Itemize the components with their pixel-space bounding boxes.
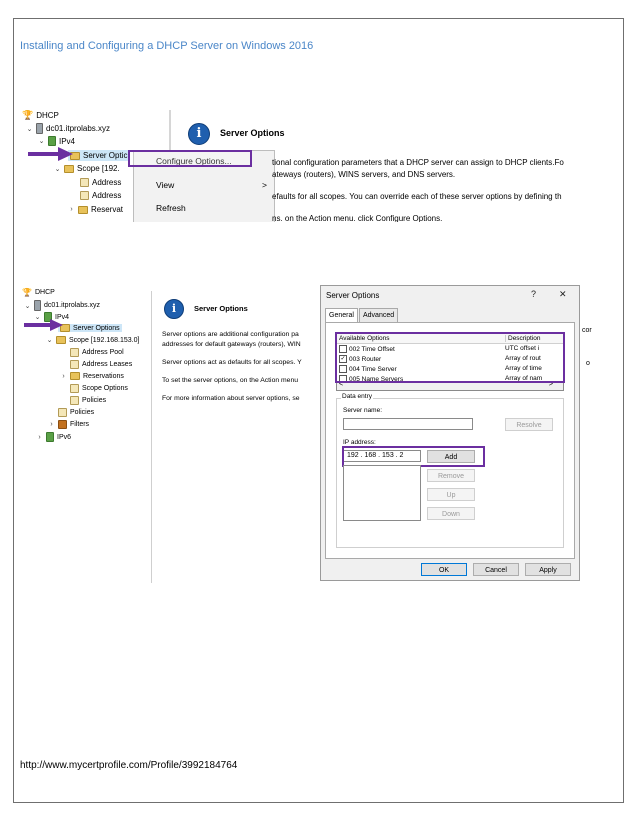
edge-text: o — [586, 360, 590, 367]
document-title: Installing and Configuring a DHCP Server… — [20, 40, 314, 52]
tree-item-scope-policies[interactable]: Policies — [70, 396, 106, 405]
server-name-label: Server name: — [343, 407, 383, 414]
server-name-input[interactable] — [343, 418, 473, 430]
footer-url[interactable]: http://www.mycertprofile.com/Profile/399… — [20, 760, 237, 771]
up-button[interactable]: Up — [427, 488, 475, 501]
menu-item-view[interactable]: View — [156, 180, 174, 190]
chevron-down-icon[interactable]: ⌄ — [24, 302, 31, 310]
tree-item-dhcp[interactable]: 🏆 DHCP — [22, 288, 55, 297]
chevron-right-icon[interactable]: › — [36, 434, 43, 441]
pane-text-line: tional configuration parameters that a D… — [272, 158, 564, 167]
highlight-configure-options — [128, 150, 252, 167]
cancel-button[interactable]: Cancel — [473, 563, 519, 576]
down-button[interactable]: Down — [427, 507, 475, 520]
pane-text-line: addresses for default gateways (routers)… — [162, 341, 301, 348]
general-tab-panel: Available Options Description 002 Time O… — [325, 322, 575, 559]
folder-icon — [70, 372, 80, 380]
tree-item-server-options[interactable]: Server Optic — [68, 150, 130, 161]
ip-address-label: IP address: — [343, 439, 376, 446]
submenu-arrow-icon: > — [262, 180, 267, 190]
pane-text-line: Server options act as defaults for all s… — [162, 359, 302, 366]
folder-icon — [64, 164, 74, 173]
chevron-right-icon[interactable]: › — [60, 373, 67, 380]
menu-item-refresh[interactable]: Refresh — [156, 203, 186, 213]
details-pane: i Server Options Server options are addi… — [151, 291, 340, 583]
chevron-right-icon[interactable]: › — [68, 206, 75, 213]
scope-options-icon — [70, 384, 79, 393]
ok-button[interactable]: OK — [421, 563, 467, 576]
policies-icon — [58, 408, 67, 417]
pane-text-line: To set the server options, on the Action… — [162, 377, 299, 384]
pane-title: Server Options — [194, 304, 248, 313]
chevron-down-icon[interactable]: ⌄ — [38, 137, 45, 145]
address-leases-icon — [80, 191, 89, 200]
tree-item-policies[interactable]: Policies — [58, 408, 94, 417]
tree-item-server[interactable]: ⌄ dc01.itprolabs.xyz — [24, 300, 100, 311]
highlight-available-options — [335, 332, 565, 383]
tree-item-ipv4[interactable]: ⌄ IPv4 — [38, 136, 75, 146]
tree-item-scope[interactable]: ⌄ Scope [192. — [54, 164, 120, 173]
close-button[interactable]: ✕ — [559, 289, 567, 300]
tab-advanced[interactable]: Advanced — [359, 308, 399, 322]
screenshot-context-menu: 🏆 DHCP ⌄ dc01.itprolabs.xyz ⌄ IPv4 Serve… — [20, 104, 618, 222]
pane-text-line: Server options are additional configurat… — [162, 331, 299, 338]
tree-item-scope-options[interactable]: Scope Options — [70, 384, 128, 393]
apply-button[interactable]: Apply — [525, 563, 571, 576]
ipv4-icon — [48, 136, 56, 146]
chevron-down-icon[interactable]: ⌄ — [54, 165, 61, 173]
dialog-title: Server Options — [326, 291, 380, 300]
tree-item-server-options[interactable]: Server Options — [58, 324, 122, 332]
pane-text-line: For more information about server option… — [162, 395, 300, 402]
highlight-ip-address — [342, 446, 485, 467]
tree-item-dhcp[interactable]: 🏆 DHCP — [22, 110, 59, 121]
filter-icon — [58, 420, 67, 429]
tree-item-address-leases[interactable]: Address Leases — [70, 360, 132, 369]
server-icon — [36, 123, 43, 134]
tree-item-address-pool[interactable]: Address Pool — [70, 348, 124, 357]
screenshot-server-options-dialog: 🏆 DHCP ⌄ dc01.itprolabs.xyz ⌄ IPv4 Serve… — [20, 285, 595, 585]
chevron-down-icon[interactable]: ⌄ — [46, 336, 53, 344]
dhcp-trophy-icon: 🏆 — [22, 110, 34, 120]
server-icon — [34, 300, 41, 311]
policies-icon — [70, 396, 79, 405]
help-button[interactable]: ? — [531, 289, 536, 299]
arrow-icon — [24, 319, 63, 331]
data-entry-group: Data entry Server name: Resolve IP addre… — [336, 393, 564, 548]
address-leases-icon — [70, 360, 79, 369]
remove-button[interactable]: Remove — [427, 469, 475, 482]
server-options-dialog: Server Options ? ✕ General Advanced Avai… — [320, 285, 580, 581]
edge-text: cor — [582, 327, 592, 334]
pane-text-line: ateways (routers), WINS servers, and DNS… — [272, 170, 456, 179]
tree-item-reservations[interactable]: › Reservat — [68, 205, 123, 214]
pane-text-line: ns. on the Action menu. click Configure … — [272, 214, 443, 222]
address-pool-icon — [70, 348, 79, 357]
pane-title: Server Options — [220, 128, 285, 138]
info-icon: i — [164, 299, 184, 319]
tree-item-server[interactable]: ⌄ dc01.itprolabs.xyz — [26, 123, 110, 134]
tree-item-reservations[interactable]: › Reservations — [60, 372, 124, 380]
ip-address-list[interactable] — [343, 465, 421, 521]
tree-item-address-leases[interactable]: Address — [80, 191, 121, 200]
dhcp-trophy-icon: 🏆 — [22, 288, 32, 297]
folder-icon — [78, 205, 88, 214]
address-pool-icon — [80, 178, 89, 187]
info-icon: i — [188, 123, 210, 145]
data-entry-legend: Data entry — [341, 393, 373, 400]
tree-item-ipv6[interactable]: › IPv6 — [36, 432, 71, 442]
tab-general[interactable]: General — [325, 308, 358, 323]
tree-item-scope[interactable]: ⌄ Scope [192.168.153.0] — [46, 336, 139, 344]
chevron-down-icon[interactable]: ⌄ — [26, 125, 33, 133]
tree-item-filters[interactable]: › Filters — [48, 420, 89, 429]
resolve-button[interactable]: Resolve — [505, 418, 553, 431]
arrow-icon — [28, 147, 73, 161]
pane-text-line: efaults for all scopes. You can override… — [272, 192, 562, 201]
tree-item-address-pool[interactable]: Address — [80, 178, 121, 187]
folder-icon — [56, 336, 66, 344]
ipv6-icon — [46, 432, 54, 442]
chevron-right-icon[interactable]: › — [48, 421, 55, 428]
